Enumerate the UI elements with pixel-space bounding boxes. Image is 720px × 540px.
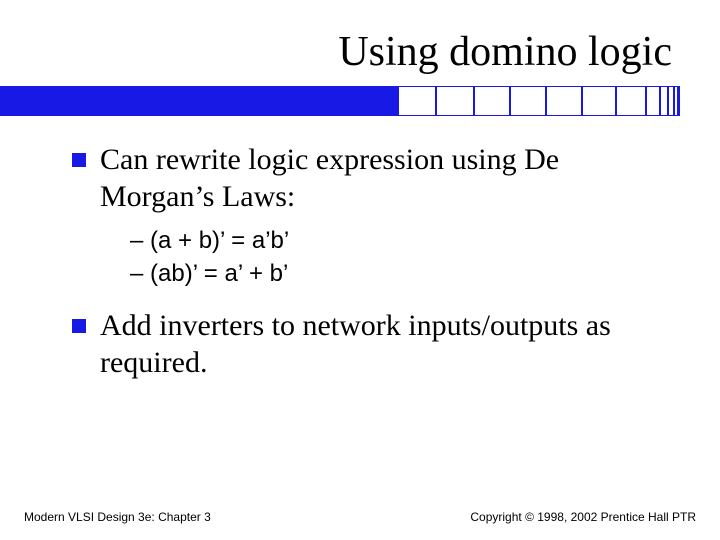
list-item: Can rewrite logic expression using De Mo… [72, 142, 668, 215]
footer-right: Copyright © 1998, 2002 Prentice Hall PTR [470, 510, 696, 524]
decor-box [646, 86, 660, 116]
decor-box-row [398, 86, 680, 116]
sub-list: – (a + b)’ = a’b’ – (ab)’ = a’ + b’ [130, 225, 668, 290]
bullet-text: Can rewrite logic expression using De Mo… [100, 142, 668, 215]
content-area: Can rewrite logic expression using De Mo… [0, 116, 720, 381]
footer-left: Modern VLSI Design 3e: Chapter 3 [24, 510, 211, 524]
decor-box [616, 86, 646, 116]
decor-box [398, 86, 436, 116]
page-title: Using domino logic [0, 0, 720, 86]
decor-box [660, 86, 668, 116]
decor-solid-bar [0, 86, 398, 116]
decor-box [582, 86, 616, 116]
slide: Using domino logic Can rewrite logic exp… [0, 0, 720, 540]
square-bullet-icon [72, 153, 86, 167]
list-item: Add inverters to network inputs/outputs … [72, 308, 668, 381]
sub-list-item: – (a + b)’ = a’b’ [130, 225, 668, 257]
decor-box [474, 86, 510, 116]
decor-box [546, 86, 582, 116]
bullet-text: Add inverters to network inputs/outputs … [100, 308, 668, 381]
square-bullet-icon [72, 319, 86, 333]
decor-box [510, 86, 546, 116]
footer: Modern VLSI Design 3e: Chapter 3 Copyrig… [0, 510, 720, 524]
decor-box [436, 86, 474, 116]
title-underline-decor [0, 86, 720, 116]
sub-list-item: – (ab)’ = a’ + b’ [130, 258, 668, 290]
decor-box [678, 86, 680, 116]
